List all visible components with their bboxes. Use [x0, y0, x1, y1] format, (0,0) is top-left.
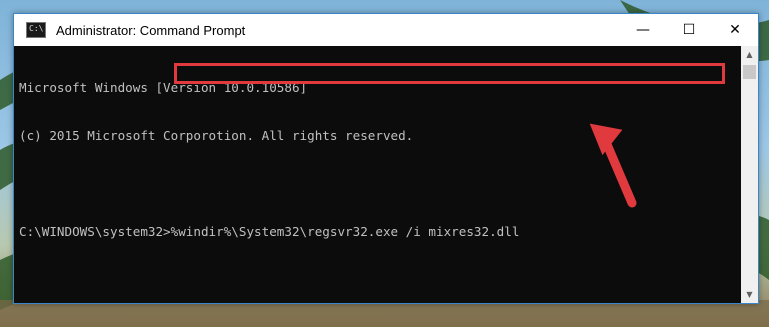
triangle-down-icon[interactable]: ▼: [741, 286, 758, 303]
maximize-button[interactable]: ☐: [666, 14, 712, 46]
command-prompt-icon: C:\: [26, 22, 46, 38]
close-button[interactable]: ✕: [712, 14, 758, 46]
red-arrow-icon: [590, 123, 637, 208]
command-highlight-box: [174, 63, 725, 84]
scrollbar-thumb[interactable]: [743, 65, 756, 79]
title-bar[interactable]: C:\ Administrator: Command Prompt — ☐ ✕: [14, 14, 758, 46]
window-title: Administrator: Command Prompt: [56, 22, 246, 38]
minimize-button[interactable]: —: [620, 14, 666, 46]
vertical-scrollbar[interactable]: ▲ ▼: [741, 46, 758, 303]
app-icon-glyph: C:\: [29, 24, 44, 33]
command-line: C:\WINDOWS\system32>%windir%\System32\re…: [19, 224, 520, 239]
triangle-up-icon[interactable]: ▲: [741, 46, 758, 63]
window-controls: — ☐ ✕: [620, 14, 758, 46]
